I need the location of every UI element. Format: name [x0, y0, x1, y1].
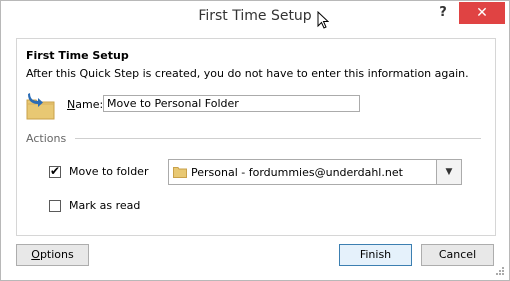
name-field[interactable]: Move to Personal Folder	[103, 95, 360, 112]
resize-grip-icon[interactable]	[495, 266, 505, 276]
mark-as-read-checkbox[interactable]	[49, 200, 61, 212]
setup-panel: First Time Setup After this Quick Step i…	[16, 38, 496, 236]
close-button[interactable]: ✕	[459, 2, 505, 24]
panel-heading: First Time Setup	[26, 49, 129, 62]
first-time-setup-dialog: First Time Setup ? ✕ First Time Setup Af…	[0, 0, 510, 281]
close-icon: ✕	[476, 5, 488, 21]
mouse-cursor-icon	[317, 11, 329, 29]
help-button[interactable]: ?	[433, 3, 453, 23]
folder-dropdown-button[interactable]: ▼	[436, 159, 462, 185]
folder-icon	[173, 167, 187, 178]
checkmark-icon: ✔	[50, 164, 61, 178]
mark-as-read-label[interactable]: Mark as read	[69, 199, 140, 212]
panel-description: After this Quick Step is created, you do…	[26, 67, 469, 80]
name-label: Name:	[67, 98, 104, 111]
move-to-folder-label[interactable]: Move to folder	[69, 165, 148, 178]
title-bar: First Time Setup ? ✕	[1, 1, 509, 35]
move-folder-icon	[26, 93, 55, 120]
options-button[interactable]: Options	[16, 244, 89, 266]
chevron-down-icon: ▼	[445, 167, 453, 177]
actions-divider	[75, 138, 481, 139]
selected-folder-value: Personal - fordummies@underdahl.net	[191, 166, 403, 179]
move-to-folder-checkbox[interactable]: ✔	[49, 164, 61, 178]
finish-button[interactable]: Finish	[339, 244, 412, 266]
actions-section-label: Actions	[26, 132, 67, 145]
cancel-button[interactable]: Cancel	[421, 244, 494, 266]
folder-select[interactable]: Personal - fordummies@underdahl.net ▼	[168, 159, 462, 185]
